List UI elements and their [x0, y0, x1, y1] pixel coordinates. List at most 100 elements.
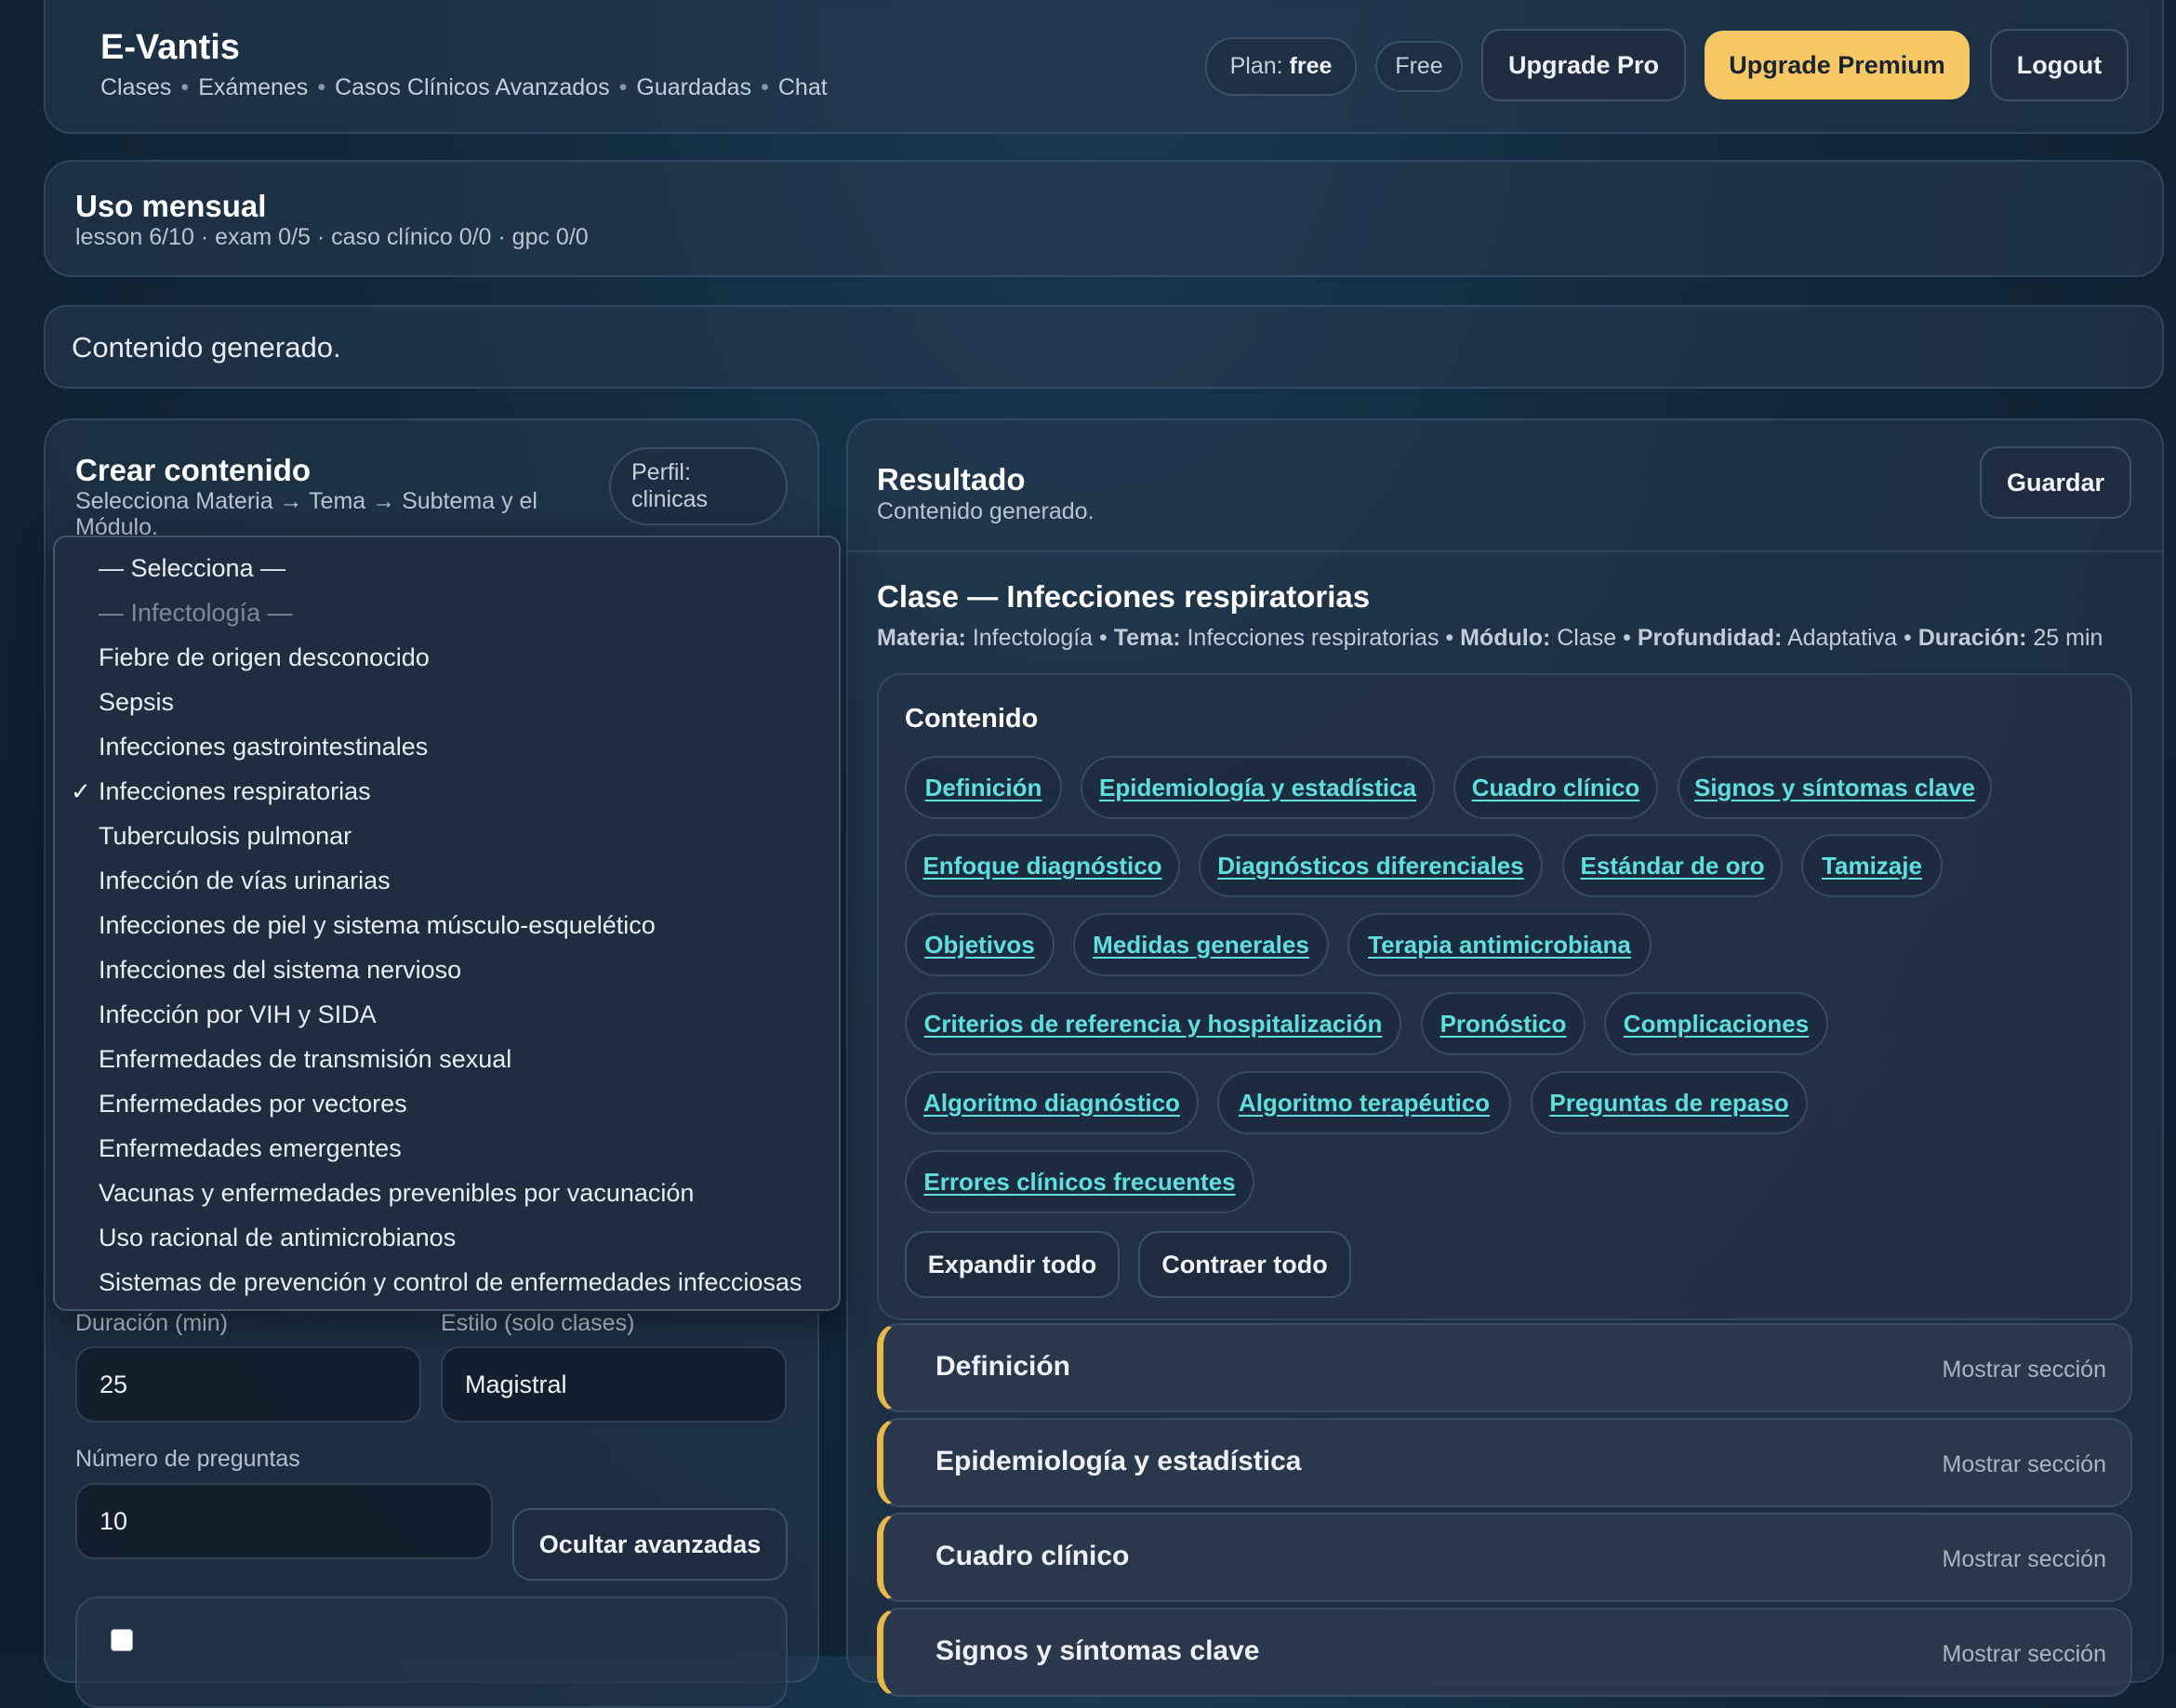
dropdown-option[interactable]: Sepsis: [99, 688, 174, 717]
dropdown-option[interactable]: Infecciones gastrointestinales: [99, 733, 428, 761]
duration-label: Duración (min): [75, 1310, 228, 1336]
meta-modulo: Clase: [1557, 625, 1617, 651]
nav-separator: •: [317, 74, 326, 100]
section-epidemiologia[interactable]: Epidemiología y estadística Mostrar secc…: [877, 1418, 2132, 1507]
usage-detail: lesson 6/10 · exam 0/5 · caso clínico 0/…: [75, 224, 589, 250]
subtema-dropdown-list[interactable]: — Selecciona — — Infectología — Fiebre d…: [53, 536, 841, 1311]
upgrade-pro-button[interactable]: Upgrade Pro: [1481, 29, 1686, 101]
section-toggle[interactable]: Mostrar sección: [1943, 1357, 2106, 1384]
usage-title: Uso mensual: [75, 189, 267, 223]
chip-medidas-generales[interactable]: Medidas generales: [1073, 913, 1329, 976]
chip-objetivos[interactable]: Objetivos: [905, 913, 1055, 976]
plan-prefix: Plan:: [1229, 53, 1283, 79]
section-title: Definición: [935, 1351, 1071, 1382]
meta-separator: •: [1904, 625, 1918, 651]
meta-duracion-label: Duración:: [1917, 625, 2027, 651]
chip-complicaciones[interactable]: Complicaciones: [1604, 992, 1828, 1055]
dropdown-option[interactable]: Infecciones del sistema nervioso: [99, 956, 461, 985]
options-box: [75, 1596, 788, 1708]
logout-button[interactable]: Logout: [1990, 29, 2129, 101]
meta-tema-label: Tema:: [1113, 625, 1181, 651]
chip-terapia-antimicrobiana[interactable]: Terapia antimicrobiana: [1347, 913, 1652, 976]
chip-tamizaje[interactable]: Tamizaje: [1801, 834, 1943, 897]
chip-criterios-referencia[interactable]: Criterios de referencia y hospitalizació…: [905, 992, 1401, 1055]
meta-profundidad-label: Profundidad:: [1637, 625, 1783, 651]
brand-title: E-Vantis: [100, 28, 240, 67]
section-title: Cuadro clínico: [935, 1541, 1130, 1571]
option-checkbox[interactable]: [111, 1629, 133, 1651]
chip-diagnosticos-diferenciales[interactable]: Diagnósticos diferenciales: [1199, 834, 1543, 897]
collapse-all-button[interactable]: Contraer todo: [1138, 1231, 1351, 1298]
create-title: Crear contenido: [75, 453, 312, 487]
chip-estandar-oro[interactable]: Estándar de oro: [1562, 834, 1783, 897]
meta-duracion: 25 min: [2033, 625, 2103, 651]
dropdown-option[interactable]: Tuberculosis pulmonar: [99, 822, 352, 851]
nav-guardadas[interactable]: Guardadas: [636, 74, 751, 101]
style-select[interactable]: Magistral: [441, 1346, 787, 1423]
section-definicion[interactable]: Definición Mostrar sección: [877, 1323, 2132, 1412]
hide-advanced-button[interactable]: Ocultar avanzadas: [512, 1508, 788, 1581]
chip-pronostico[interactable]: Pronóstico: [1421, 992, 1586, 1055]
nav-chat[interactable]: Chat: [778, 74, 828, 101]
usage-card: [44, 160, 2164, 277]
meta-separator: •: [1445, 625, 1461, 651]
dropdown-option[interactable]: Sistemas de prevención y control de enfe…: [99, 1268, 802, 1297]
class-meta: Materia: Infectología • Tema: Infeccione…: [877, 625, 2103, 652]
section-toggle[interactable]: Mostrar sección: [1943, 1451, 2106, 1478]
dropdown-option[interactable]: Infecciones de piel y sistema músculo-es…: [99, 911, 656, 940]
section-title: Signos y síntomas clave: [935, 1635, 1260, 1666]
dropdown-option-selected[interactable]: Infecciones respiratorias: [99, 777, 371, 806]
save-button[interactable]: Guardar: [1980, 446, 2131, 519]
nav-separator: •: [618, 74, 628, 100]
status-banner: [44, 305, 2164, 389]
dropdown-option[interactable]: Infección de vías urinarias: [99, 867, 391, 895]
meta-separator: •: [1623, 625, 1638, 651]
meta-separator: •: [1099, 625, 1114, 651]
dropdown-option[interactable]: Enfermedades por vectores: [99, 1090, 407, 1119]
nav-separator: •: [180, 74, 190, 100]
chip-definicion[interactable]: Definición: [905, 756, 1062, 819]
section-toggle[interactable]: Mostrar sección: [1943, 1546, 2106, 1573]
upgrade-premium-button[interactable]: Upgrade Premium: [1705, 31, 1970, 99]
duration-input[interactable]: 25: [75, 1346, 421, 1423]
chip-algoritmo-diagnostico[interactable]: Algoritmo diagnóstico: [905, 1071, 1199, 1134]
dropdown-option[interactable]: Infección por VIH y SIDA: [99, 1000, 377, 1029]
chip-signos-sintomas[interactable]: Signos y síntomas clave: [1678, 756, 1992, 819]
chip-epidemiologia[interactable]: Epidemiología y estadística: [1081, 756, 1435, 819]
plan-value: free: [1289, 53, 1333, 79]
status-message: Contenido generado.: [72, 331, 341, 364]
meta-materia: Infectología: [972, 625, 1094, 651]
dropdown-option[interactable]: Enfermedades de transmisión sexual: [99, 1045, 511, 1074]
expand-all-button[interactable]: Expandir todo: [905, 1231, 1120, 1298]
profile-label: Perfil:: [631, 459, 691, 485]
nav-clases[interactable]: Clases: [100, 74, 171, 101]
create-subtitle-1: Selecciona Materia → Tema → Subtema y el: [75, 488, 537, 514]
dropdown-option[interactable]: Vacunas y enfermedades prevenibles por v…: [99, 1179, 694, 1208]
result-title: Resultado: [877, 462, 1026, 497]
chip-algoritmo-terapeutico[interactable]: Algoritmo terapéutico: [1217, 1071, 1511, 1134]
section-signos-sintomas[interactable]: Signos y síntomas clave Mostrar sección: [877, 1608, 2132, 1697]
plan-badge: Plan: free: [1205, 37, 1357, 96]
dropdown-group-label: — Infectología —: [99, 599, 293, 627]
nav-examenes[interactable]: Exámenes: [198, 74, 308, 101]
dropdown-option[interactable]: Fiebre de origen desconocido: [99, 643, 430, 672]
chip-enfoque-diagnostico[interactable]: Enfoque diagnóstico: [905, 834, 1180, 897]
result-divider: [848, 550, 2162, 552]
dropdown-option[interactable]: Enfermedades emergentes: [99, 1134, 402, 1163]
dropdown-placeholder-option[interactable]: — Selecciona —: [99, 554, 285, 583]
checkmark-icon: ✓: [71, 777, 91, 805]
style-label: Estilo (solo clases): [441, 1310, 635, 1336]
section-cuadro-clinico[interactable]: Cuadro clínico Mostrar sección: [877, 1513, 2132, 1602]
chip-cuadro-clinico[interactable]: Cuadro clínico: [1453, 756, 1658, 819]
section-toggle[interactable]: Mostrar sección: [1943, 1641, 2106, 1668]
questions-input[interactable]: 10: [75, 1483, 493, 1559]
dropdown-option[interactable]: Uso racional de antimicrobianos: [99, 1224, 456, 1252]
profile-value: clinicas: [631, 486, 708, 512]
meta-tema: Infecciones respiratorias: [1187, 625, 1440, 651]
questions-label: Número de preguntas: [75, 1446, 300, 1472]
nav-casos-clinicos[interactable]: Casos Clínicos Avanzados: [335, 74, 610, 101]
chip-errores-clinicos[interactable]: Errores clínicos frecuentes: [905, 1150, 1254, 1213]
class-title: Clase — Infecciones respiratorias: [877, 579, 1371, 614]
chip-preguntas-repaso[interactable]: Preguntas de repaso: [1531, 1071, 1808, 1134]
result-subtitle: Contenido generado.: [877, 498, 1095, 524]
